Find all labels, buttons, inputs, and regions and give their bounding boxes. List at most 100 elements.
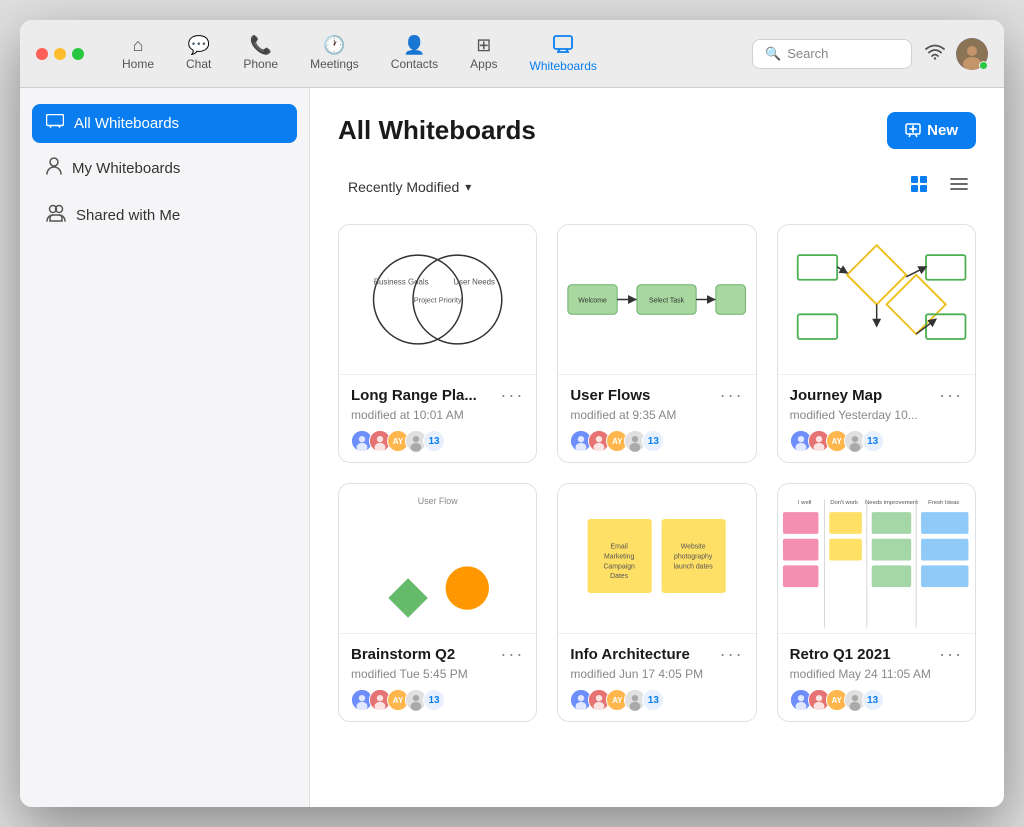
all-whiteboards-icon [46, 114, 64, 133]
card-title: Retro Q1 2021 [790, 646, 891, 663]
sidebar-item-my-whiteboards[interactable]: My Whiteboards [32, 147, 297, 190]
titlebar: ⌂ Home 💬 Chat 📞 Phone 🕐 Meetings 👤 Conta… [20, 20, 1004, 88]
card-more-button[interactable]: ··· [720, 644, 744, 665]
card-avatars: AY 13 [351, 689, 524, 711]
grid-view-toggle[interactable] [902, 169, 936, 204]
card-info: Brainstorm Q2 ··· modified Tue 5:45 PM A [339, 634, 536, 721]
svg-text:I well: I well [798, 500, 811, 506]
card-more-button[interactable]: ··· [939, 644, 963, 665]
whiteboard-card-info-architecture[interactable]: Email Marketing Campaign Dates Website p… [557, 483, 756, 722]
whiteboard-card-user-flows[interactable]: Welcome Select Task [557, 224, 756, 463]
card-more-button[interactable]: ··· [939, 385, 963, 406]
search-bar[interactable]: 🔍 Search [752, 39, 912, 69]
avatar-count: 13 [642, 689, 664, 711]
sidebar-shared-label: Shared with Me [76, 207, 180, 224]
shared-icon [46, 204, 66, 227]
card-info: Journey Map ··· modified Yesterday 10... [778, 375, 975, 462]
card-avatars: AY 13 [790, 430, 963, 452]
sort-label: Recently Modified [348, 179, 459, 195]
new-button-label: New [927, 122, 958, 139]
svg-text:photography: photography [674, 554, 713, 561]
svg-text:Marketing: Marketing [604, 554, 634, 561]
card-title: Long Range Pla... [351, 387, 477, 404]
whiteboards-icon [553, 35, 573, 56]
whiteboard-card-retro-q1[interactable]: I well Don't work Needs improvement Fres… [777, 483, 976, 722]
sort-dropdown[interactable]: Recently Modified ▾ [338, 173, 481, 201]
new-whiteboard-button[interactable]: New [887, 112, 976, 149]
sidebar-all-label: All Whiteboards [74, 115, 179, 132]
card-modified: modified Tue 5:45 PM [351, 667, 524, 681]
wifi-icon [924, 42, 946, 65]
card-title: Info Architecture [570, 646, 689, 663]
card-preview-brainstorm: User Flow [339, 484, 536, 634]
card-more-button[interactable]: ··· [720, 385, 744, 406]
card-modified: modified Jun 17 4:05 PM [570, 667, 743, 681]
whiteboard-card-long-range[interactable]: Business Goals User Needs Project Priori… [338, 224, 537, 463]
traffic-lights [36, 48, 84, 60]
svg-text:Don't work: Don't work [830, 500, 858, 506]
online-indicator [979, 61, 988, 70]
avatar-count: 13 [423, 689, 445, 711]
user-avatar-container[interactable] [956, 38, 988, 70]
whiteboard-card-journey-map[interactable]: Journey Map ··· modified Yesterday 10... [777, 224, 976, 463]
nav-apps-label: Apps [470, 57, 497, 71]
nav-phone-label: Phone [243, 57, 278, 71]
apps-icon: ⊞ [476, 36, 491, 54]
close-button[interactable] [36, 48, 48, 60]
card-preview-venn: Business Goals User Needs Project Priori… [339, 225, 536, 375]
content-header: All Whiteboards New [338, 112, 976, 149]
my-whiteboards-icon [46, 157, 62, 180]
contacts-icon: 👤 [403, 36, 425, 54]
nav-bar: ⌂ Home 💬 Chat 📞 Phone 🕐 Meetings 👤 Conta… [108, 29, 752, 79]
card-modified: modified Yesterday 10... [790, 408, 963, 422]
svg-text:Fresh Ideas: Fresh Ideas [928, 500, 959, 506]
card-avatars: AY 13 [351, 430, 524, 452]
list-view-toggle[interactable] [942, 169, 976, 204]
card-title-row: Info Architecture ··· [570, 644, 743, 665]
meetings-icon: 🕐 [323, 36, 345, 54]
page-title: All Whiteboards [338, 115, 536, 146]
nav-phone[interactable]: 📞 Phone [229, 30, 292, 77]
svg-text:Project Priority: Project Priority [414, 295, 462, 304]
card-title-row: Retro Q1 2021 ··· [790, 644, 963, 665]
nav-home[interactable]: ⌂ Home [108, 30, 168, 77]
maximize-button[interactable] [72, 48, 84, 60]
whiteboard-card-brainstorm-q2[interactable]: User Flow Brainstorm Q2 ··· modified Tu [338, 483, 537, 722]
sidebar-my-label: My Whiteboards [72, 160, 180, 177]
card-more-button[interactable]: ··· [500, 385, 524, 406]
card-title-row: User Flows ··· [570, 385, 743, 406]
nav-chat-label: Chat [186, 57, 211, 71]
card-more-button[interactable]: ··· [500, 644, 524, 665]
search-icon: 🔍 [765, 46, 781, 62]
card-title: User Flows [570, 387, 650, 404]
nav-chat[interactable]: 💬 Chat [172, 30, 225, 77]
sidebar-item-shared-with-me[interactable]: Shared with Me [32, 194, 297, 237]
sidebar: All Whiteboards My Whiteboards [20, 88, 310, 807]
svg-text:Select Task: Select Task [649, 297, 685, 304]
card-info: User Flows ··· modified at 9:35 AM AY [558, 375, 755, 462]
app-window: ⌂ Home 💬 Chat 📞 Phone 🕐 Meetings 👤 Conta… [20, 20, 1004, 807]
card-title-row: Brainstorm Q2 ··· [351, 644, 524, 665]
card-title-row: Long Range Pla... ··· [351, 385, 524, 406]
nav-apps[interactable]: ⊞ Apps [456, 30, 511, 77]
card-avatars: AY 13 [570, 689, 743, 711]
svg-text:Business Goals: Business Goals [374, 278, 429, 287]
avatar-count: 13 [862, 430, 884, 452]
card-avatars: AY 13 [790, 689, 963, 711]
phone-icon: 📞 [250, 36, 272, 54]
nav-contacts[interactable]: 👤 Contacts [377, 30, 452, 77]
card-modified: modified at 10:01 AM [351, 408, 524, 422]
minimize-button[interactable] [54, 48, 66, 60]
svg-text:Welcome: Welcome [579, 297, 608, 304]
nav-meetings[interactable]: 🕐 Meetings [296, 30, 373, 77]
view-toggles [902, 169, 976, 204]
avatar-count: 13 [423, 430, 445, 452]
avatar-count: 13 [862, 689, 884, 711]
nav-meetings-label: Meetings [310, 57, 359, 71]
avatar-count: 13 [642, 430, 664, 452]
nav-whiteboards[interactable]: Whiteboards [516, 29, 611, 79]
svg-text:User Flow: User Flow [418, 496, 458, 506]
sidebar-item-all-whiteboards[interactable]: All Whiteboards [32, 104, 297, 143]
svg-text:launch dates: launch dates [674, 563, 714, 570]
new-icon [905, 123, 921, 139]
